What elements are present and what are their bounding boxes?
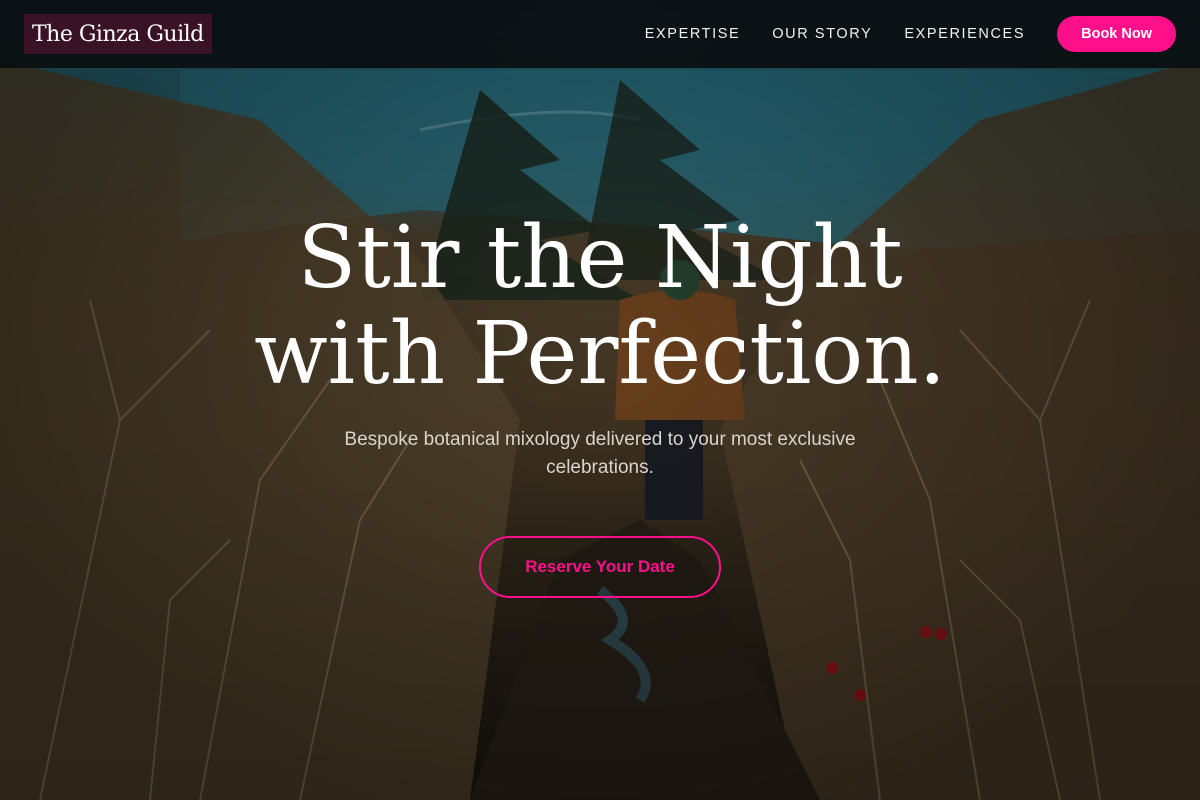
hero-content: Stir the Night with Perfection. Bespoke … — [0, 210, 1200, 598]
hero-headline-line-1: Stir the Night — [297, 208, 903, 308]
nav-link-experiences[interactable]: EXPERIENCES — [904, 26, 1025, 42]
main-nav: EXPERTISE OUR STORY EXPERIENCES Book Now — [645, 16, 1176, 52]
book-now-button[interactable]: Book Now — [1057, 16, 1176, 52]
brand-name: The Ginza Guild — [32, 21, 204, 47]
nav-link-expertise[interactable]: EXPERTISE — [645, 26, 741, 42]
nav-link-our-story[interactable]: OUR STORY — [772, 26, 872, 42]
hero-subheadline: Bespoke botanical mixology delivered to … — [344, 429, 856, 478]
site-header: The Ginza Guild EXPERTISE OUR STORY EXPE… — [0, 0, 1200, 68]
hero-headline: Stir the Night with Perfection. — [0, 210, 1200, 402]
brand-logo[interactable]: The Ginza Guild — [24, 14, 212, 54]
reserve-date-button[interactable]: Reserve Your Date — [479, 536, 721, 598]
hero-headline-line-2: with Perfection. — [254, 304, 946, 404]
